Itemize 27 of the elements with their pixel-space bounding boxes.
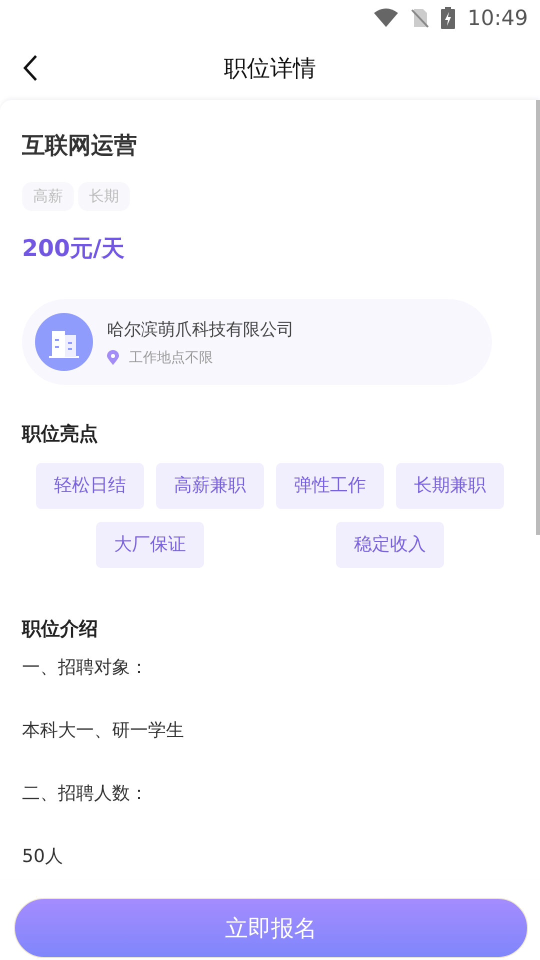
intro-text: 二、招聘人数： [22, 782, 149, 806]
job-title: 互联网运营 [22, 132, 138, 161]
intro-text: 一、招聘对象： [22, 656, 149, 680]
company-name: 哈尔滨萌爪科技有限公司 [107, 318, 294, 340]
highlight-tag: 稳定收入 [336, 522, 444, 568]
highlight-tag: 大厂保证 [96, 522, 204, 568]
back-icon[interactable] [22, 54, 38, 82]
section-heading: 职位介绍 [22, 617, 99, 642]
company-card[interactable]: 哈尔滨萌爪科技有限公司 工作地点不限 [22, 299, 492, 385]
location-text: 工作地点不限 [129, 348, 213, 366]
intro-text: 本科大一、研一学生 [22, 719, 185, 743]
wifi-icon [373, 8, 400, 28]
location-pin-icon [107, 350, 119, 365]
highlight-tag: 长期兼职 [396, 463, 504, 509]
no-sim-icon [411, 8, 430, 28]
building-icon [35, 313, 93, 371]
job-tag: 高薪 [22, 182, 74, 211]
page-title: 职位详情 [224, 54, 316, 84]
section-heading: 职位亮点 [22, 422, 99, 447]
battery-charging-icon [441, 7, 456, 29]
highlight-tag: 高薪兼职 [156, 463, 264, 509]
highlight-tag: 弹性工作 [276, 463, 384, 509]
highlight-tag: 轻松日结 [36, 463, 144, 509]
salary: 200元/天 [22, 235, 126, 264]
intro-text: 50人 [22, 845, 64, 869]
status-time: 10:49 [467, 6, 528, 30]
job-tag: 长期 [78, 182, 130, 211]
